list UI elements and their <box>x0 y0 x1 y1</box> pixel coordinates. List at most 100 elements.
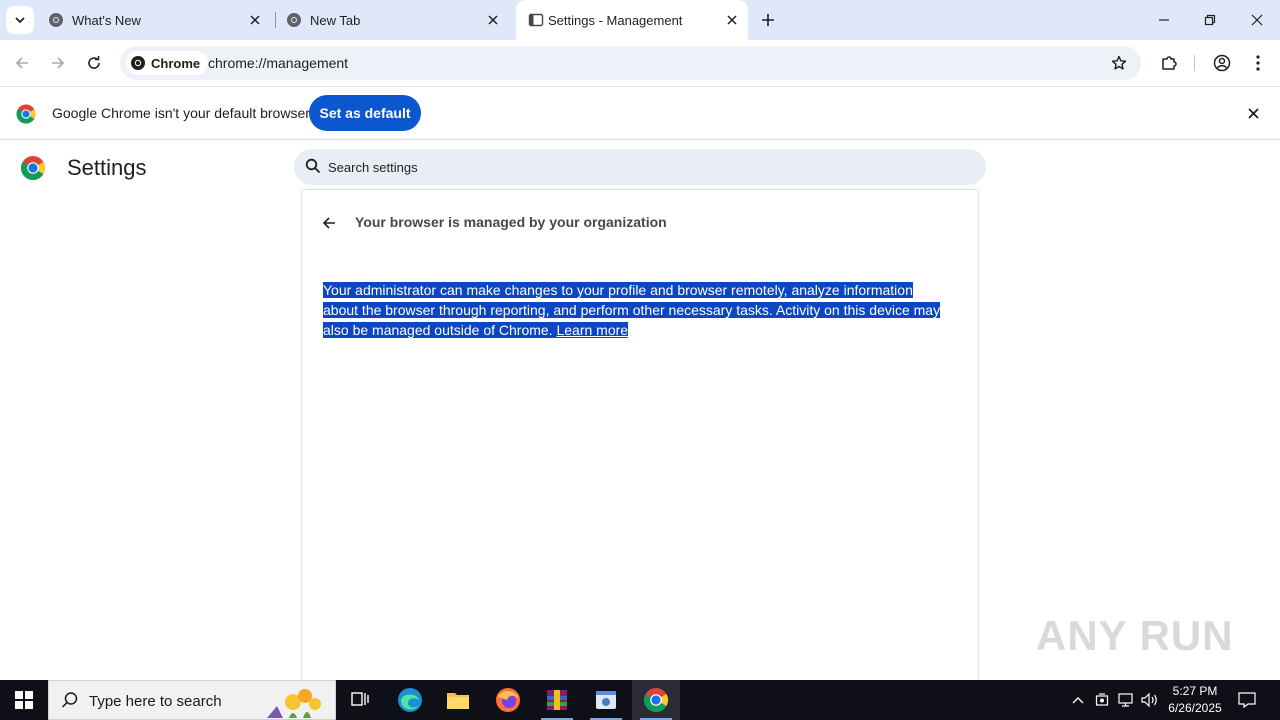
close-icon <box>1251 14 1263 26</box>
chrome-logo-icon <box>20 156 46 181</box>
firefox-taskbar-button[interactable] <box>484 680 532 720</box>
chrome-icon <box>287 13 301 27</box>
search-highlight-flowers-icon <box>267 689 321 718</box>
chrome-icon <box>643 688 669 713</box>
volume-button[interactable] <box>1140 690 1160 710</box>
restore-button[interactable] <box>1198 8 1222 32</box>
winrar-icon <box>547 690 567 710</box>
set-as-default-button[interactable]: Set as default <box>309 95 421 131</box>
taskbar-search-placeholder: Type here to search <box>89 693 222 710</box>
site-info-label: Chrome <box>151 55 201 71</box>
chrome-logo-icon <box>16 104 36 124</box>
infobar-message: Google Chrome isn't your default browser <box>52 105 310 121</box>
network-button[interactable] <box>1116 690 1136 710</box>
infobar-close-button[interactable] <box>1244 104 1262 122</box>
search-settings-input[interactable]: Search settings <box>294 149 986 185</box>
page-title: Your browser is managed by your organiza… <box>355 214 667 230</box>
close-icon <box>727 15 737 25</box>
notifications-button[interactable] <box>1236 689 1258 711</box>
show-hidden-icons-button[interactable] <box>1068 690 1088 710</box>
toolbar-divider <box>1194 55 1195 71</box>
network-icon <box>1118 693 1133 707</box>
app-taskbar-button[interactable] <box>582 680 630 720</box>
settings-title: Settings <box>67 155 147 180</box>
chevron-up-icon <box>1072 697 1084 704</box>
puzzle-icon <box>1162 56 1177 70</box>
search-placeholder: Search settings <box>328 160 418 175</box>
tab-new-tab[interactable]: New Tab <box>274 0 512 40</box>
menu-button[interactable] <box>1246 51 1270 75</box>
tab-strip: What's New New Tab Settings - Management <box>0 0 1280 40</box>
taskbar-search-box[interactable]: Type here to search <box>48 680 336 720</box>
reload-button[interactable] <box>82 51 106 75</box>
management-card: Your browser is managed by your organiza… <box>302 190 978 680</box>
profile-icon <box>1213 54 1231 72</box>
toolbar: Chrome chrome://management <box>0 40 1280 86</box>
tab-close-button[interactable] <box>247 12 263 28</box>
clock-time: 5:27 PM <box>1172 684 1218 698</box>
taskbar: Type here to search 5:27 PM 6/26/2025 <box>0 680 1280 720</box>
url-text: chrome://management <box>208 55 349 71</box>
profile-button[interactable] <box>1210 51 1234 75</box>
forward-button[interactable] <box>46 51 70 75</box>
file-explorer-button[interactable] <box>434 680 482 720</box>
learn-more-link[interactable]: Learn more <box>556 322 628 338</box>
windows-icon <box>15 691 33 709</box>
star-icon <box>1111 55 1127 70</box>
start-button[interactable] <box>0 680 48 720</box>
close-window-button[interactable] <box>1245 8 1269 32</box>
new-tab-button[interactable] <box>756 8 780 32</box>
watermark: ANY RUN <box>1036 612 1234 659</box>
restore-icon <box>1204 14 1216 26</box>
arrow-left-icon <box>322 217 335 229</box>
edge-icon <box>398 688 422 712</box>
tab-title: New Tab <box>310 13 361 28</box>
chrome-taskbar-button[interactable] <box>632 680 680 720</box>
plus-icon <box>762 14 774 26</box>
back-to-settings-button[interactable] <box>320 214 338 232</box>
site-info-chip[interactable]: Chrome <box>126 51 209 75</box>
task-view-icon <box>351 692 369 706</box>
speaker-icon <box>1141 693 1157 707</box>
taskbar-clock[interactable]: 5:27 PM 6/26/2025 <box>1162 683 1228 717</box>
minimize-icon <box>1159 19 1169 21</box>
default-browser-infobar: Google Chrome isn't your default browser… <box>0 86 1280 140</box>
firefox-icon <box>496 688 520 712</box>
notification-icon <box>1238 692 1256 708</box>
reload-icon <box>88 56 100 69</box>
close-icon <box>1247 107 1259 119</box>
tab-title: What's New <box>72 13 141 28</box>
bookmark-button[interactable] <box>1109 53 1129 73</box>
clock-date: 6/26/2025 <box>1168 701 1222 715</box>
tab-title: Settings - Management <box>548 13 683 28</box>
tab-search-button[interactable] <box>6 6 34 34</box>
minimize-button[interactable] <box>1152 8 1176 32</box>
address-bar[interactable]: Chrome chrome://management <box>120 46 1141 80</box>
tab-whats-new[interactable]: What's New <box>36 0 274 40</box>
management-description: Your administrator can make changes to y… <box>323 280 948 340</box>
tab-close-button[interactable] <box>485 12 501 28</box>
app-window-icon <box>596 691 616 709</box>
extensions-button[interactable] <box>1157 51 1181 75</box>
edge-taskbar-button[interactable] <box>386 680 434 720</box>
tab-close-button[interactable] <box>724 12 740 28</box>
description-text: Your administrator can make changes to y… <box>323 282 941 338</box>
chrome-icon <box>131 56 145 70</box>
chrome-icon <box>49 13 63 27</box>
task-view-button[interactable] <box>336 680 384 720</box>
more-vertical-icon <box>1256 55 1260 71</box>
tab-settings-management[interactable]: Settings - Management <box>516 0 748 40</box>
close-icon <box>250 15 260 25</box>
back-button[interactable] <box>10 51 34 75</box>
close-icon <box>488 15 498 25</box>
arrow-left-icon <box>15 57 28 69</box>
settings-page-icon <box>528 13 544 27</box>
arrow-right-icon <box>52 57 65 69</box>
folder-icon <box>447 693 469 709</box>
tray-app-icon <box>1095 693 1109 706</box>
search-icon <box>305 158 321 174</box>
winrar-taskbar-button[interactable] <box>533 680 581 720</box>
chevron-down-icon <box>15 17 25 24</box>
tray-app-button[interactable] <box>1092 690 1112 710</box>
search-icon <box>61 692 78 708</box>
